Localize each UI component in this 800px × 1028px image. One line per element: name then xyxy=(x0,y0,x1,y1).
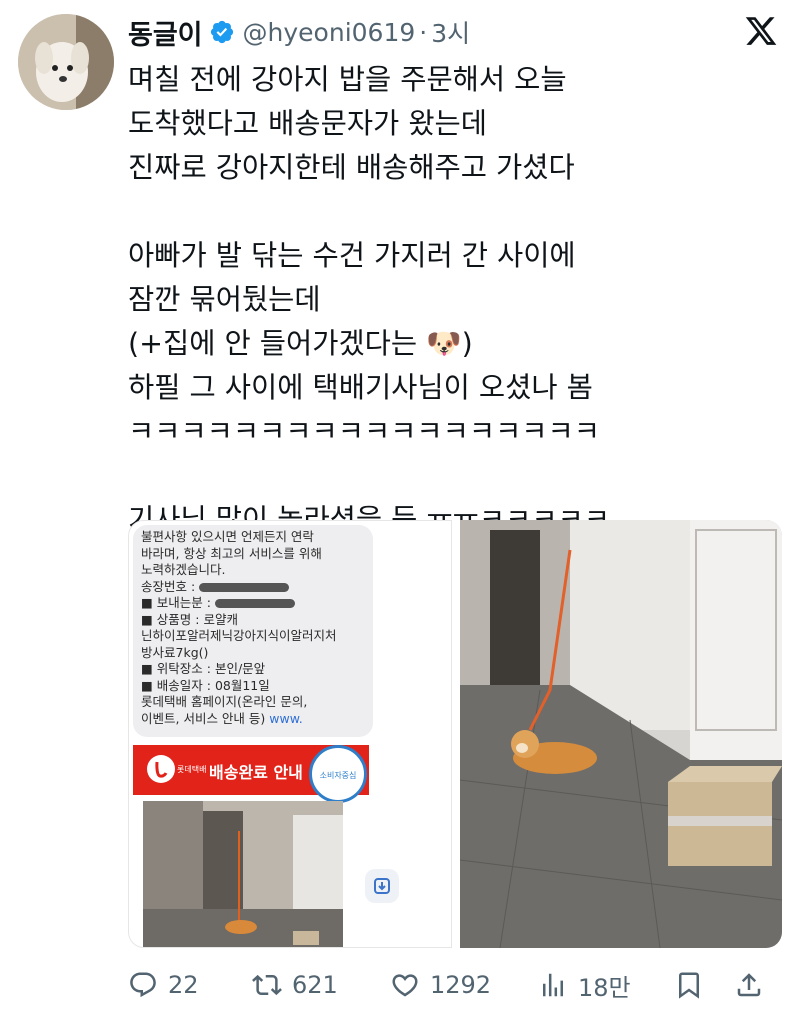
puppy-avatar-image xyxy=(18,14,114,110)
tweet-line: 하필 그 사이에 택배기사님이 오셨나 봄 xyxy=(128,371,593,404)
x-logo-icon[interactable] xyxy=(744,14,778,48)
sms-line: 방사료7kg() xyxy=(141,644,209,660)
verified-badge-icon xyxy=(210,20,233,44)
retweet-count: 621 xyxy=(292,971,338,999)
sms-line: ■ 위탁장소 : 본인/문앞 xyxy=(141,661,266,676)
sms-line-sender: ■ 보내는분 : xyxy=(141,595,365,612)
action-bar: 22 621 1292 18만 xyxy=(128,960,788,1010)
timestamp[interactable]: 3시 xyxy=(431,14,470,50)
delivery-photo-thumbnail xyxy=(143,801,343,947)
like-count: 1292 xyxy=(430,971,492,999)
share-button[interactable] xyxy=(734,970,774,1000)
badge-label: 소비자중심 xyxy=(319,771,357,780)
tweet-line: ㅋㅋㅋㅋㅋㅋㅋㅋㅋㅋㅋㅋㅋㅋㅋㅋㅋㅋ xyxy=(128,415,600,448)
reply-button[interactable]: 22 xyxy=(128,970,252,1000)
tweet-line: 아빠가 발 닦는 수건 가지러 간 사이에 xyxy=(128,239,576,272)
views-chart-icon xyxy=(543,973,563,997)
retweet-icon xyxy=(252,974,282,996)
lotte-logo-icon xyxy=(147,755,175,783)
media-image-dog-photo[interactable] xyxy=(460,520,782,948)
lotte-brand-label: 롯데택배 xyxy=(177,765,207,774)
sms-line-with-link: 이벤트, 서비스 안내 등) www. xyxy=(141,711,365,728)
bookmark-button[interactable] xyxy=(674,970,734,1000)
tweet-line: 진짜로 강아지한테 배송해주고 가셨다 xyxy=(128,151,575,184)
banner-title: 배송완료 안내 xyxy=(209,763,303,782)
redaction-mark xyxy=(199,582,290,592)
reply-count: 22 xyxy=(168,971,199,999)
download-button[interactable] xyxy=(365,869,399,903)
dog-hallway-photo xyxy=(460,520,782,948)
sms-line: ■ 상품명 : 로얄캐 xyxy=(141,611,238,627)
tweet-text: 며칠 전에 강아지 밥을 주문해서 오늘 도착했다고 배송문자가 왔는데 진짜로… xyxy=(128,58,778,542)
like-button[interactable]: 1292 xyxy=(390,970,538,1000)
sms-line: 송장번호 : xyxy=(141,578,196,594)
reply-icon xyxy=(130,972,156,998)
sms-line: 닌하이포알러제닉강아지식이알러지처 xyxy=(141,628,337,643)
sms-line: 노력하겠습니다. xyxy=(141,562,226,577)
download-icon xyxy=(374,878,390,894)
media-image-sms[interactable]: 불편사항 있으시면 언제든지 연락 바라며, 항상 최고의 서비스를 위해 노력… xyxy=(128,520,452,948)
sms-line: 불편사항 있으시면 언제든지 연락 xyxy=(141,529,314,544)
share-icon xyxy=(737,973,761,997)
sms-line-tracking: 송장번호 : xyxy=(141,579,365,596)
tweet-line: 잠깐 묶어뒀는데 xyxy=(128,283,321,316)
bookmark-icon xyxy=(679,972,699,999)
avatar[interactable] xyxy=(18,14,114,110)
sms-line: ■ 배송일자 : 08월11일 xyxy=(141,677,270,693)
tweet-line: 며칠 전에 강아지 밥을 주문해서 오늘 xyxy=(128,63,567,96)
retweet-button[interactable]: 621 xyxy=(252,970,390,1000)
sms-line: 롯데택배 홈페이지(온라인 문의, xyxy=(141,694,308,709)
sms-line: 이벤트, 서비스 안내 등) xyxy=(141,710,266,726)
heart-icon xyxy=(392,974,418,997)
redaction-mark xyxy=(214,599,295,608)
separator-dot: · xyxy=(419,17,428,47)
consumer-badge: 소비자중심 xyxy=(309,745,367,803)
views-count: 18만 xyxy=(578,973,631,1002)
sms-message-bubble: 불편사항 있으시면 언제든지 연락 바라며, 항상 최고의 서비스를 위해 노력… xyxy=(133,525,373,737)
tweet-header: 동글이 @hyeoni0619 · 3시 xyxy=(128,13,470,52)
sms-line: ■ 보내는분 : xyxy=(141,595,211,610)
views-button[interactable]: 18만 xyxy=(538,968,674,1003)
display-name[interactable]: 동글이 xyxy=(128,13,203,52)
tweet-line: 도착했다고 배송문자가 왔는데 xyxy=(128,107,487,140)
handle[interactable]: @hyeoni0619 xyxy=(243,18,416,47)
tweet-line: (+집에 안 들어가겠다는 🐶) xyxy=(128,327,473,360)
sms-link[interactable]: www. xyxy=(269,711,303,726)
sms-line: 바라며, 항상 최고의 서비스를 위해 xyxy=(141,545,322,561)
